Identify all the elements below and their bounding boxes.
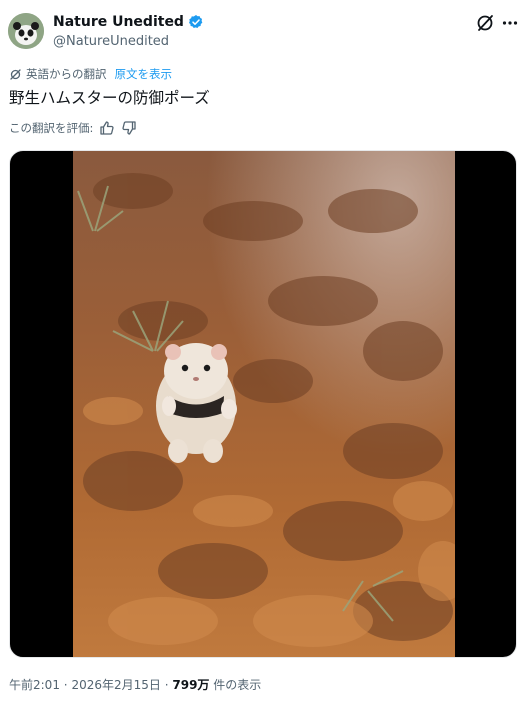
tweet-text: 野生ハムスターの防御ポーズ bbox=[9, 89, 210, 107]
avatar[interactable] bbox=[8, 13, 44, 49]
thumbs-down-button[interactable] bbox=[121, 120, 137, 136]
author-display-name[interactable]: Nature Unedited bbox=[53, 14, 204, 30]
rate-translation: この翻訳を評価: bbox=[9, 120, 137, 136]
video-player[interactable] bbox=[9, 150, 517, 658]
more-options-button[interactable] bbox=[501, 12, 519, 34]
tweet-time[interactable]: 午前2:01 bbox=[9, 678, 60, 692]
rate-translation-label: この翻訳を評価: bbox=[9, 121, 94, 135]
translation-notice-text: 英語からの翻訳 bbox=[26, 67, 107, 81]
thumbs-up-button[interactable] bbox=[99, 120, 115, 136]
thumbs-up-icon bbox=[100, 121, 114, 135]
more-icon bbox=[502, 21, 518, 25]
thumbs-down-icon bbox=[122, 121, 137, 135]
meta-separator: · bbox=[63, 678, 68, 692]
views-count: 799万 bbox=[172, 678, 210, 692]
verified-badge-icon bbox=[188, 15, 203, 28]
author-name-text: Nature Unedited bbox=[53, 14, 184, 30]
grok-translate-icon bbox=[10, 68, 21, 80]
tweet-meta: 午前2:01 · 2026年2月15日 · 799万 件の表示 bbox=[9, 676, 261, 693]
grok-button[interactable] bbox=[474, 12, 496, 34]
author-handle[interactable]: @NatureUnedited bbox=[53, 34, 169, 49]
panda-avatar-icon bbox=[8, 13, 44, 49]
tweet-date[interactable]: 2026年2月15日 bbox=[71, 678, 160, 692]
views-label: 件の表示 bbox=[213, 678, 262, 692]
translation-notice: 英語からの翻訳 原文を表示 bbox=[9, 66, 172, 82]
show-original-link[interactable]: 原文を表示 bbox=[115, 66, 173, 82]
meta-separator: · bbox=[164, 678, 169, 692]
video-frame bbox=[73, 151, 455, 657]
grok-icon bbox=[477, 15, 493, 31]
